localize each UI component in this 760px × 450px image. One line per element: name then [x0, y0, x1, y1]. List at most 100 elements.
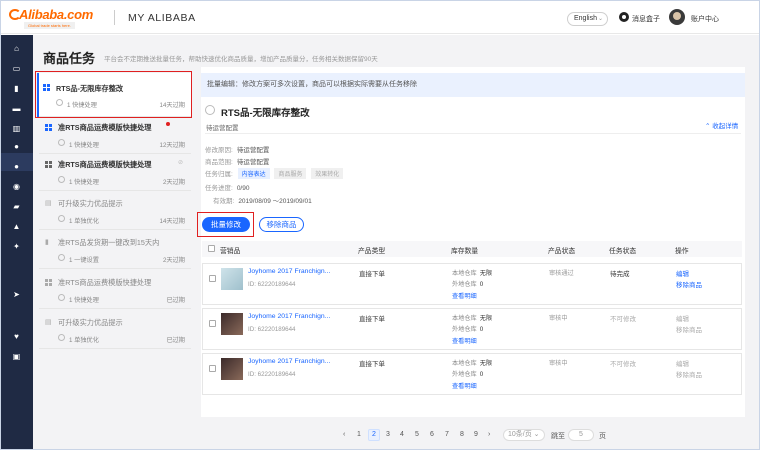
task-count: 1 快捷处理 — [69, 179, 99, 186]
task-expiry: 12天过期 — [159, 142, 185, 149]
chart-icon[interactable]: ▥ — [12, 125, 21, 133]
product-name-link[interactable]: Joyhome 2017 Franchign... — [248, 358, 330, 365]
task-title: 准RTS品发货期一键改到15天内 — [58, 238, 160, 247]
product-status: 审核中 — [549, 315, 568, 322]
page-2-current[interactable]: 2 — [368, 429, 380, 441]
reason-row: 修改原因: 待运营配置 — [205, 144, 269, 154]
edit-link[interactable]: 编辑 — [676, 268, 689, 278]
chevron-up-icon: ⌃ — [705, 123, 711, 130]
stock-local: 本地仓库 无限 — [452, 313, 492, 322]
info-icon[interactable]: ⊘ — [178, 159, 183, 166]
remove-products-button[interactable]: 移除商品 — [259, 217, 304, 232]
task-item-freight-3[interactable]: 准RTS商品运费模版快捷处理 1 快捷处理 已过期 — [39, 273, 191, 309]
task-expiry: 已过期 — [166, 297, 185, 304]
product-thumbnail[interactable] — [221, 268, 243, 290]
briefcase-icon[interactable]: ▣ — [12, 353, 21, 361]
heart-icon[interactable]: ♥ — [12, 333, 21, 341]
send-icon[interactable]: ➤ — [12, 291, 21, 299]
task-status-circle-icon — [205, 105, 215, 115]
product-name-link[interactable]: Joyhome 2017 Franchign... — [248, 313, 330, 320]
info-banner: 批量编辑：修改方案可多次设置，商品可以根据实际需要从任务移除 — [201, 73, 745, 97]
task-status: 待完成 — [610, 271, 630, 278]
status-circle-icon — [58, 176, 65, 183]
progress-row: 任务进度: 0/90 — [205, 182, 249, 192]
impact-row: 任务归属: 内容表达 商品服务 效果转化 — [205, 168, 344, 179]
view-details-link[interactable]: 查看明细 — [452, 336, 477, 345]
page-3[interactable]: 3 — [386, 431, 390, 438]
stock-overseas-label: 外地仓库 — [452, 371, 477, 378]
task-detail-subtitle: 待运营配置 — [206, 125, 239, 132]
remove-product-link: 移除商品 — [676, 327, 702, 334]
page-5[interactable]: 5 — [415, 431, 419, 438]
edit-link: 编辑 — [676, 361, 689, 368]
row-checkbox[interactable] — [209, 365, 216, 372]
left-nav: ⌂ ▭ ▮ ▬ ▥ ● ● ◉ ▰ ▲ ✦ ➤ ♥ ▣ — [1, 35, 33, 449]
task-item-upgrade-1[interactable]: ▤ 可升级实力优品提示 1 单独优化 14天过期 — [39, 194, 191, 230]
logo-text: Alibaba.com — [19, 7, 93, 22]
row-checkbox[interactable] — [209, 320, 216, 327]
globe-icon[interactable]: ◉ — [12, 183, 21, 191]
page-size-select[interactable]: 10条/页 ⌄ — [503, 429, 545, 441]
truck-icon[interactable]: ▰ — [12, 203, 21, 211]
select-all-checkbox[interactable] — [208, 245, 215, 252]
bank-icon[interactable]: ▲ — [12, 223, 21, 231]
account-center-link[interactable]: 账户中心 — [691, 14, 719, 24]
impact-label: 任务归属: — [205, 171, 233, 178]
jump-page-input[interactable]: 5 — [568, 429, 594, 441]
stock-local-value: 无限 — [479, 270, 493, 277]
stock-overseas-value: 0 — [479, 281, 484, 288]
task-item-upgrade-2[interactable]: ▤ 可升级实力优品提示 1 单独优化 已过期 — [39, 313, 191, 349]
prev-page-button[interactable]: ‹ — [343, 431, 345, 438]
page-6[interactable]: 6 — [430, 431, 434, 438]
message-box-icon[interactable] — [619, 12, 629, 22]
page-1[interactable]: 1 — [357, 431, 361, 438]
home-icon[interactable]: ⌂ — [12, 45, 21, 53]
view-details-link[interactable]: 查看明细 — [452, 381, 477, 390]
task-item-ship-time[interactable]: ▮ 准RTS品发货期一键改到15天内 1 一键设置 2天过期 — [39, 233, 191, 269]
apps-icon[interactable]: ✦ — [12, 243, 21, 251]
chat-icon[interactable]: ▬ — [12, 105, 21, 113]
progress-value: 0/90 — [236, 185, 250, 192]
stock-overseas: 外地仓库 0 — [452, 369, 483, 378]
task-title: 准RTS商品运费模版快捷处理 — [58, 160, 152, 169]
task-title: 准RTS商品运费模版快捷处理 — [58, 123, 152, 132]
page-8[interactable]: 8 — [460, 431, 464, 438]
stock-local-value: 无限 — [479, 360, 493, 367]
task-count: 1 单独优化 — [69, 337, 99, 344]
alibaba-logo[interactable]: Alibaba.com Global trade starts here. — [9, 7, 109, 29]
col-actions: 操作 — [675, 248, 689, 255]
remove-product-link[interactable]: 移除商品 — [676, 279, 702, 289]
stock-overseas: 外地仓库 0 — [452, 279, 483, 288]
header-divider — [114, 10, 115, 25]
row-checkbox[interactable] — [209, 275, 216, 282]
avatar[interactable] — [669, 9, 685, 25]
task-item-freight-2[interactable]: 准RTS商品运费模版快捷处理 ⊘ 1 快捷处理 2天过期 — [39, 155, 191, 191]
next-page-button[interactable]: › — [488, 431, 490, 438]
page-4[interactable]: 4 — [400, 431, 404, 438]
task-item-freight-1[interactable]: 准RTS商品运费模版快捷处理 1 快捷处理 12天过期 — [39, 118, 191, 154]
task-title: 准RTS商品运费模版快捷处理 — [58, 278, 152, 287]
messages-link[interactable]: 消息盒子 — [632, 14, 660, 24]
users-icon[interactable]: ● — [12, 143, 21, 151]
task-title: 可升级实力优品提示 — [58, 318, 123, 327]
logo-tagline: Global trade starts here. — [24, 22, 75, 29]
product-name-link[interactable]: Joyhome 2017 Franchign... — [248, 268, 330, 275]
collapse-details-link[interactable]: ⌃ 收起详情 — [705, 120, 738, 130]
stock-overseas: 外地仓库 0 — [452, 324, 483, 333]
product-thumbnail[interactable] — [221, 358, 243, 380]
remove-product-link: 移除商品 — [676, 372, 702, 379]
user-icon[interactable]: ● — [12, 163, 21, 171]
page-7[interactable]: 7 — [445, 431, 449, 438]
stock-overseas-value: 0 — [479, 326, 484, 333]
doc-icon[interactable]: ▮ — [12, 85, 21, 93]
highlight-box-batch-edit — [197, 212, 254, 237]
impact-tag: 内容表达 — [237, 168, 270, 179]
product-id: ID: 62220189644 — [248, 281, 296, 288]
stock-local: 本地仓库 无限 — [452, 358, 492, 367]
page-9[interactable]: 9 — [474, 431, 478, 438]
view-details-link[interactable]: 查看明细 — [452, 291, 477, 300]
product-thumbnail[interactable] — [221, 313, 243, 335]
inbox-icon[interactable]: ▭ — [12, 65, 21, 73]
divider — [205, 133, 741, 134]
language-select[interactable]: English ⌄ — [567, 12, 608, 26]
